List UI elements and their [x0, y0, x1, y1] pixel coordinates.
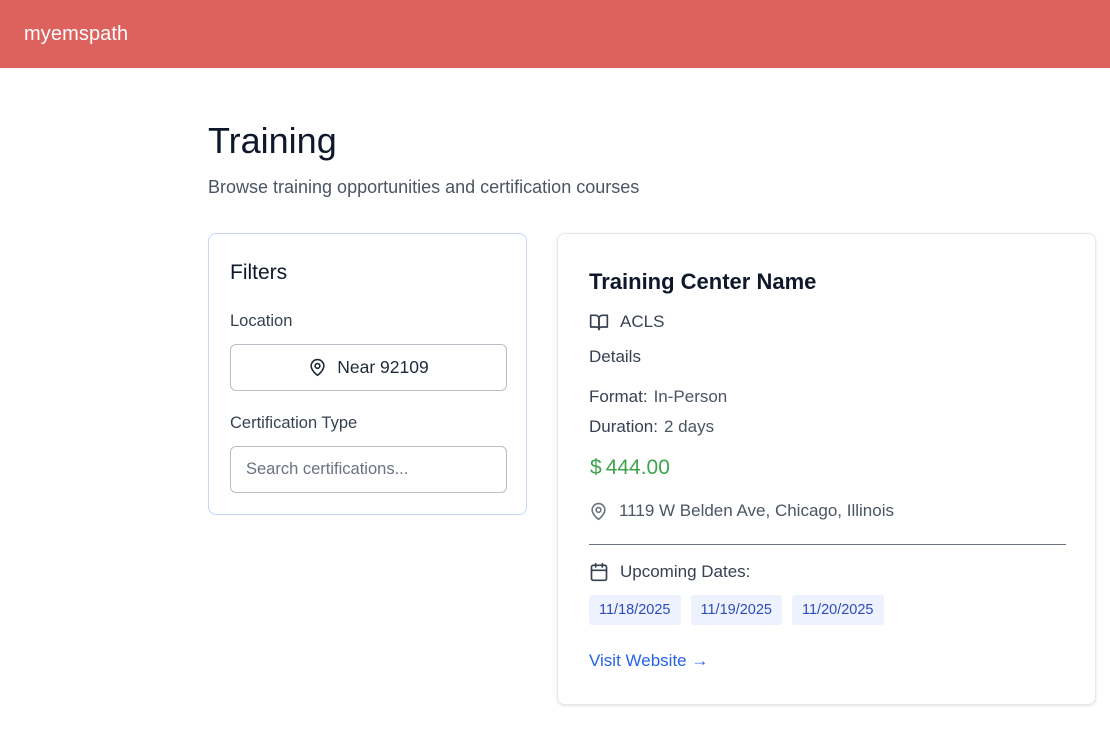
location-value: Near 92109 — [337, 357, 429, 377]
certification-name: ACLS — [620, 312, 665, 331]
map-pin-icon — [308, 358, 327, 377]
price: $ 444.00 — [590, 456, 670, 480]
duration-label: Duration: — [589, 417, 658, 436]
duration-value: 2 days — [663, 417, 715, 436]
book-open-icon — [589, 312, 609, 332]
details-heading: Details — [589, 347, 641, 366]
location-button[interactable]: Near 92109 — [230, 344, 507, 391]
map-pin-icon — [589, 502, 608, 521]
filters-panel: Filters Location Near 92109 Certificatio… — [208, 233, 527, 515]
page-title: Training — [208, 120, 337, 161]
duration-row: Duration: 2 days — [589, 417, 714, 437]
certification-type-label: Certification Type — [230, 414, 358, 432]
dollar-sign-icon: $ — [590, 456, 602, 479]
location-label: Location — [230, 312, 293, 330]
upcoming-dates-heading: Upcoming Dates: — [589, 562, 750, 582]
format-value: In-Person — [653, 387, 728, 406]
price-value: 444.00 — [605, 456, 670, 479]
address-text: 1119 W Belden Ave, Chicago, Illinois — [619, 501, 894, 520]
date-chip[interactable]: 11/19/2025 — [690, 595, 782, 625]
format-row: Format: In-Person — [589, 387, 727, 407]
certification-search-input[interactable] — [230, 446, 507, 493]
date-chip[interactable]: 11/18/2025 — [589, 595, 681, 625]
training-card: Training Center Name ACLS Details Format… — [557, 233, 1096, 705]
upcoming-dates-label: Upcoming Dates: — [620, 562, 751, 581]
divider — [589, 544, 1066, 545]
top-navbar: myemspath — [0, 0, 1110, 68]
calendar-icon — [589, 562, 609, 582]
date-chip[interactable]: 11/20/2025 — [792, 595, 884, 625]
page-subtitle: Browse training opportunities and certif… — [208, 177, 640, 197]
filters-title: Filters — [230, 261, 288, 284]
address-row: 1119 W Belden Ave, Chicago, Illinois — [589, 501, 894, 521]
training-center-name: Training Center Name — [589, 269, 817, 294]
certification-row: ACLS — [589, 312, 664, 332]
visit-website-link[interactable]: Visit Website → — [589, 651, 708, 671]
brand-logo-link[interactable]: myemspath — [24, 23, 128, 46]
dates-list: 11/18/2025 11/19/2025 11/20/2025 — [589, 595, 884, 625]
format-label: Format: — [589, 387, 648, 406]
